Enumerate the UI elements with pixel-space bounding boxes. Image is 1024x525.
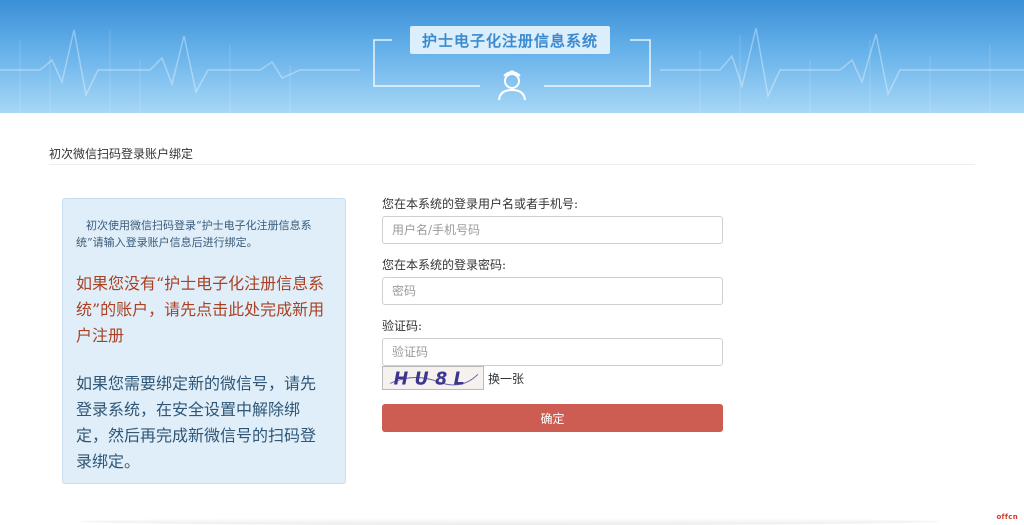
info-panel: 初次使用微信扫码登录“护士电子化注册信息系统”请输入登录账户信息后进行绑定。 如… xyxy=(62,198,346,484)
captcha-input[interactable] xyxy=(382,338,723,366)
header-banner: 护士电子化注册信息系统 xyxy=(0,0,1024,113)
binding-note: 初次使用微信扫码登录“护士电子化注册信息系统”请输入登录账户信息后进行绑定。 xyxy=(76,219,312,249)
captcha-image[interactable]: HU8L xyxy=(382,366,484,390)
submit-button[interactable]: 确定 xyxy=(382,404,723,432)
captcha-row: HU8L 换一张 xyxy=(382,365,524,391)
system-title: 护士电子化注册信息系统 xyxy=(410,26,610,54)
page-title: 初次微信扫码登录账户绑定 xyxy=(49,147,194,161)
password-input[interactable] xyxy=(382,277,723,305)
password-label: 您在本系统的登录密码: xyxy=(382,258,507,272)
footer-shadow xyxy=(80,518,940,525)
username-label: 您在本系统的登录用户名或者手机号: xyxy=(382,197,579,211)
title-divider xyxy=(49,164,975,165)
rebind-instructions: 如果您需要绑定新的微信号，请先登录系统，在安全设置中解除绑定，然后再完成新微信号… xyxy=(76,374,317,471)
register-link[interactable]: 如果您没有“护士电子化注册信息系统”的账户，请先点击此处完成新用户注册 xyxy=(76,271,331,349)
nurse-icon xyxy=(498,70,526,101)
captcha-label: 验证码: xyxy=(382,319,423,333)
captcha-text: HU8L xyxy=(394,369,472,389)
watermark: offcn xyxy=(996,513,1018,521)
username-input[interactable] xyxy=(382,216,723,244)
refresh-captcha-link[interactable]: 换一张 xyxy=(488,370,524,387)
